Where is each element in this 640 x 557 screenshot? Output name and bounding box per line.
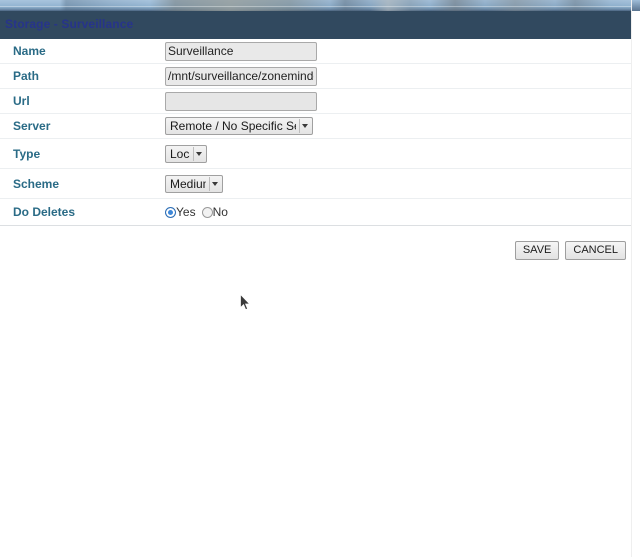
page-right-gutter (631, 0, 640, 557)
field-type: Local (165, 144, 632, 163)
label-do-deletes: Do Deletes (13, 205, 76, 219)
type-select-wrap: Local (165, 144, 207, 163)
name-input[interactable] (165, 41, 317, 61)
do-deletes-radio-group: Yes No (165, 205, 230, 219)
form-row-type: Type Local (0, 139, 632, 169)
label-url: Url (13, 94, 30, 108)
form-row-server: Server Remote / No Specific Server (0, 114, 632, 139)
field-scheme: Medium (165, 174, 632, 193)
form-row-url: Url (0, 89, 632, 114)
field-url (165, 91, 632, 111)
field-name (165, 41, 632, 61)
form-row-path: Path (0, 64, 632, 89)
do-deletes-yes-label: Yes (176, 205, 196, 219)
field-do-deletes: Yes No (165, 205, 632, 219)
do-deletes-no-label: No (212, 205, 228, 219)
label-name: Name (13, 44, 46, 58)
server-select[interactable]: Remote / No Specific Server (165, 117, 313, 135)
url-input[interactable] (165, 91, 317, 111)
form-button-bar: SAVE CANCEL (0, 239, 632, 261)
path-input[interactable] (165, 66, 317, 86)
mouse-cursor (240, 293, 252, 312)
background-photo-strip (0, 0, 640, 11)
form-row-scheme: Scheme Medium (0, 169, 632, 199)
scheme-select[interactable]: Medium (165, 174, 223, 193)
photo-horizon-line (0, 6, 640, 7)
form-row-name: Name (0, 39, 632, 64)
do-deletes-radio-no[interactable]: No (201, 205, 228, 219)
page-title: Storage - Surveillance (5, 17, 134, 31)
scheme-select-wrap: Medium (165, 174, 223, 193)
server-select-wrap: Remote / No Specific Server (165, 117, 313, 135)
type-select[interactable]: Local (165, 144, 207, 163)
save-button[interactable]: SAVE (514, 240, 560, 260)
cancel-button[interactable]: CANCEL (565, 240, 626, 260)
do-deletes-radio-yes[interactable]: Yes (165, 205, 196, 219)
storage-form: Name Path Url Server Remote / No Specifi… (0, 39, 632, 226)
field-server: Remote / No Specific Server (165, 117, 632, 135)
label-path: Path (13, 69, 40, 83)
gutter-photo-edge (632, 0, 640, 11)
radio-selected-icon[interactable] (165, 206, 176, 218)
field-path (165, 66, 632, 86)
form-row-do-deletes: Do Deletes Yes No (0, 199, 632, 226)
radio-unselected-icon[interactable] (201, 206, 213, 218)
label-scheme: Scheme (13, 176, 60, 191)
label-server: Server (13, 119, 51, 133)
page-header-bar: Storage - Surveillance (0, 11, 632, 39)
label-type: Type (13, 146, 41, 161)
